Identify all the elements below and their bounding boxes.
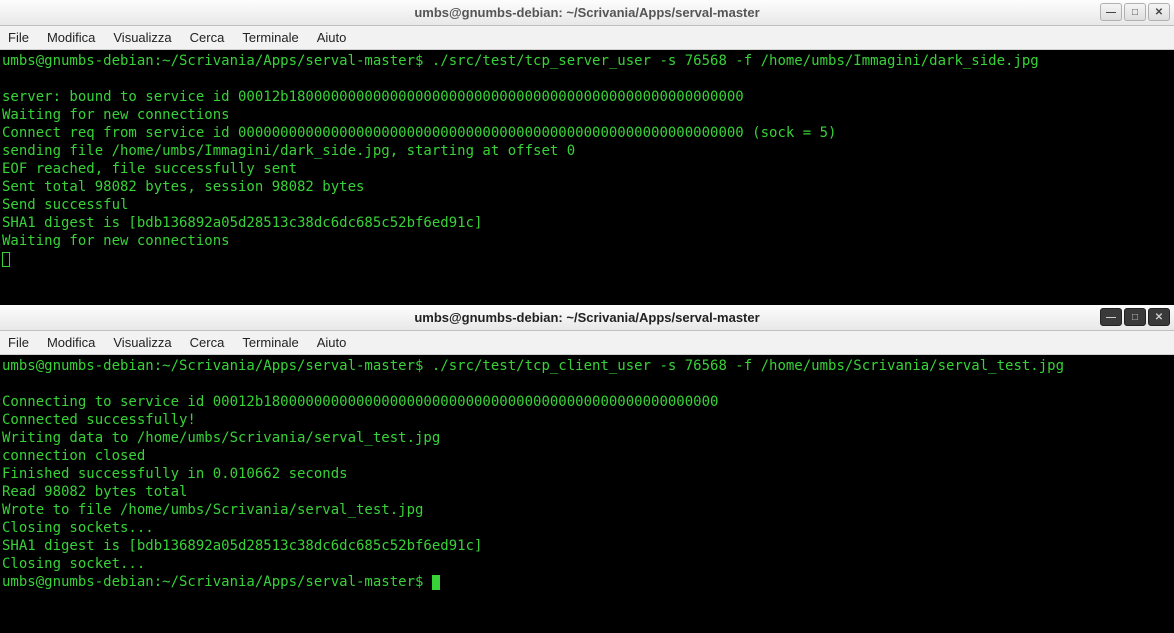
term1-line: SHA1 digest is [bdb136892a05d28513c38dc6… <box>2 215 482 231</box>
term1-line: Waiting for new connections <box>2 107 230 123</box>
minimize-button[interactable]: — <box>1100 3 1122 21</box>
menu-modifica[interactable]: Modifica <box>47 335 95 350</box>
menu-aiuto[interactable]: Aiuto <box>317 335 347 350</box>
cursor-inactive <box>2 252 10 267</box>
menu-aiuto[interactable]: Aiuto <box>317 30 347 45</box>
terminal-output-2[interactable]: umbs@gnumbs-debian:~/Scrivania/Apps/serv… <box>0 355 1174 623</box>
window1-title: umbs@gnumbs-debian: ~/Scrivania/Apps/ser… <box>414 5 759 20</box>
minimize-button[interactable]: — <box>1100 308 1122 326</box>
maximize-button[interactable]: □ <box>1124 3 1146 21</box>
term1-line: sending file /home/umbs/Immagini/dark_si… <box>2 143 575 159</box>
maximize-button[interactable]: □ <box>1124 308 1146 326</box>
term2-line: Finished successfully in 0.010662 second… <box>2 466 348 482</box>
term2-line: umbs@gnumbs-debian:~/Scrivania/Apps/serv… <box>2 574 432 590</box>
term2-line: Closing socket... <box>2 556 145 572</box>
cursor-active <box>432 575 440 590</box>
menu-modifica[interactable]: Modifica <box>47 30 95 45</box>
term2-line: Wrote to file /home/umbs/Scrivania/serva… <box>2 502 423 518</box>
window2-title: umbs@gnumbs-debian: ~/Scrivania/Apps/ser… <box>414 310 759 325</box>
term2-line: Connected successfully! <box>2 412 196 428</box>
menu-cerca[interactable]: Cerca <box>190 335 225 350</box>
term1-line: Connect req from service id 000000000000… <box>2 125 836 141</box>
term2-line: Connecting to service id 00012b180000000… <box>2 394 718 410</box>
term1-line: server: bound to service id 00012b180000… <box>2 89 744 105</box>
term2-line: Writing data to /home/umbs/Scrivania/ser… <box>2 430 440 446</box>
term1-line: Waiting for new connections <box>2 233 230 249</box>
menu-cerca[interactable]: Cerca <box>190 30 225 45</box>
menu-file[interactable]: File <box>8 30 29 45</box>
terminal-window-1: umbs@gnumbs-debian: ~/Scrivania/Apps/ser… <box>0 0 1174 305</box>
window1-window-buttons: — □ ✕ <box>1098 3 1170 21</box>
term2-line: Closing sockets... <box>2 520 154 536</box>
term1-line: Send successful <box>2 197 128 213</box>
menu-visualizza[interactable]: Visualizza <box>113 30 171 45</box>
menu-visualizza[interactable]: Visualizza <box>113 335 171 350</box>
window1-menubar: File Modifica Visualizza Cerca Terminale… <box>0 26 1174 50</box>
menu-file[interactable]: File <box>8 335 29 350</box>
term1-line: Sent total 98082 bytes, session 98082 by… <box>2 179 364 195</box>
term2-line: Read 98082 bytes total <box>2 484 187 500</box>
term2-line: umbs@gnumbs-debian:~/Scrivania/Apps/serv… <box>2 358 1064 374</box>
menu-terminale[interactable]: Terminale <box>242 30 298 45</box>
terminal-window-2: umbs@gnumbs-debian: ~/Scrivania/Apps/ser… <box>0 305 1174 633</box>
terminal-output-1[interactable]: umbs@gnumbs-debian:~/Scrivania/Apps/serv… <box>0 50 1174 304</box>
term1-line: umbs@gnumbs-debian:~/Scrivania/Apps/serv… <box>2 53 1039 69</box>
term2-line: SHA1 digest is [bdb136892a05d28513c38dc6… <box>2 538 482 554</box>
menu-terminale[interactable]: Terminale <box>242 335 298 350</box>
window2-menubar: File Modifica Visualizza Cerca Terminale… <box>0 331 1174 355</box>
term2-line: connection closed <box>2 448 145 464</box>
window2-window-buttons: — □ ✕ <box>1098 308 1170 326</box>
term1-line: EOF reached, file successfully sent <box>2 161 297 177</box>
window2-titlebar[interactable]: umbs@gnumbs-debian: ~/Scrivania/Apps/ser… <box>0 305 1174 331</box>
close-button[interactable]: ✕ <box>1148 308 1170 326</box>
close-button[interactable]: ✕ <box>1148 3 1170 21</box>
window1-titlebar[interactable]: umbs@gnumbs-debian: ~/Scrivania/Apps/ser… <box>0 0 1174 26</box>
